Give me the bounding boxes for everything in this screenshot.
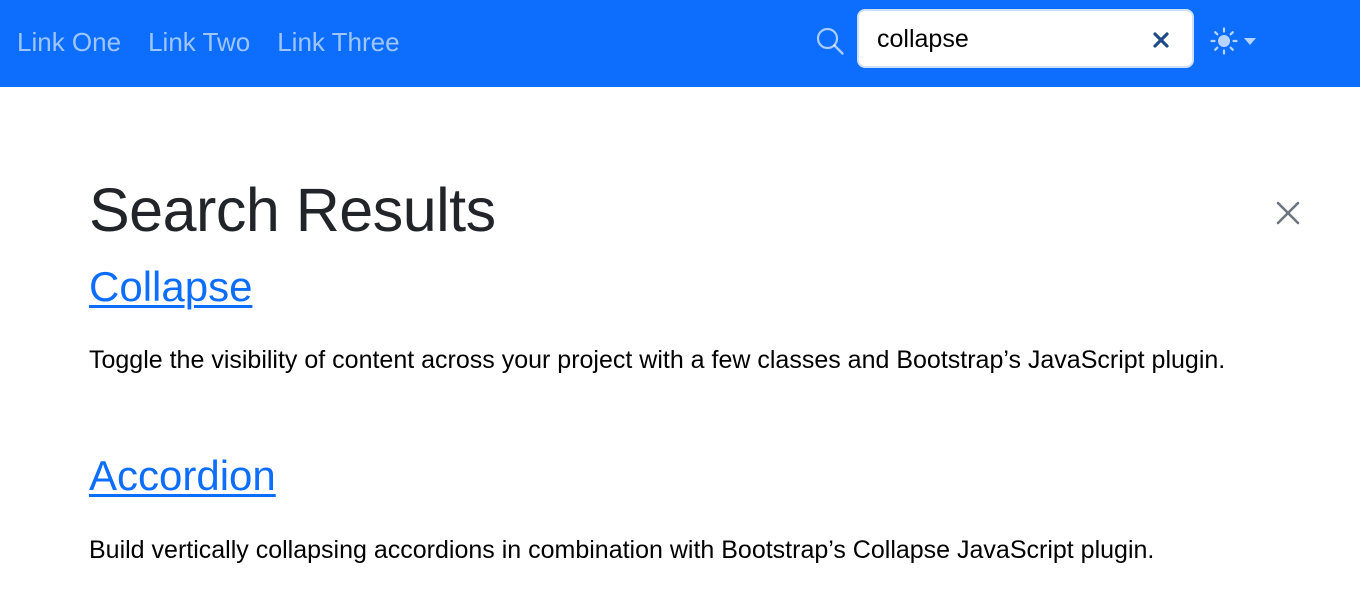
nav-link-two[interactable]: Link Two <box>148 27 250 58</box>
sun-icon <box>1210 27 1238 55</box>
result-description: Toggle the visibility of content across … <box>89 346 1226 374</box>
theme-toggle-button[interactable] <box>1209 26 1263 56</box>
search-box <box>857 9 1194 68</box>
search-input[interactable] <box>877 19 1137 59</box>
result-title-link[interactable]: Collapse <box>89 262 252 312</box>
page-title: Search Results <box>89 176 496 244</box>
navbar: Link One Link Two Link Three <box>0 0 1360 87</box>
nav-link-three[interactable]: Link Three <box>277 27 399 58</box>
result-title-link[interactable]: Accordion <box>89 451 276 501</box>
search-icon <box>816 27 844 55</box>
result-description: Build vertically collapsing accordions i… <box>89 536 1155 564</box>
caret-down-icon <box>1244 38 1256 45</box>
close-icon[interactable] <box>1273 198 1303 228</box>
clear-search-icon[interactable] <box>1151 30 1171 50</box>
nav-link-one[interactable]: Link One <box>17 27 121 58</box>
nav-links: Link One Link Two Link Three <box>17 0 427 84</box>
